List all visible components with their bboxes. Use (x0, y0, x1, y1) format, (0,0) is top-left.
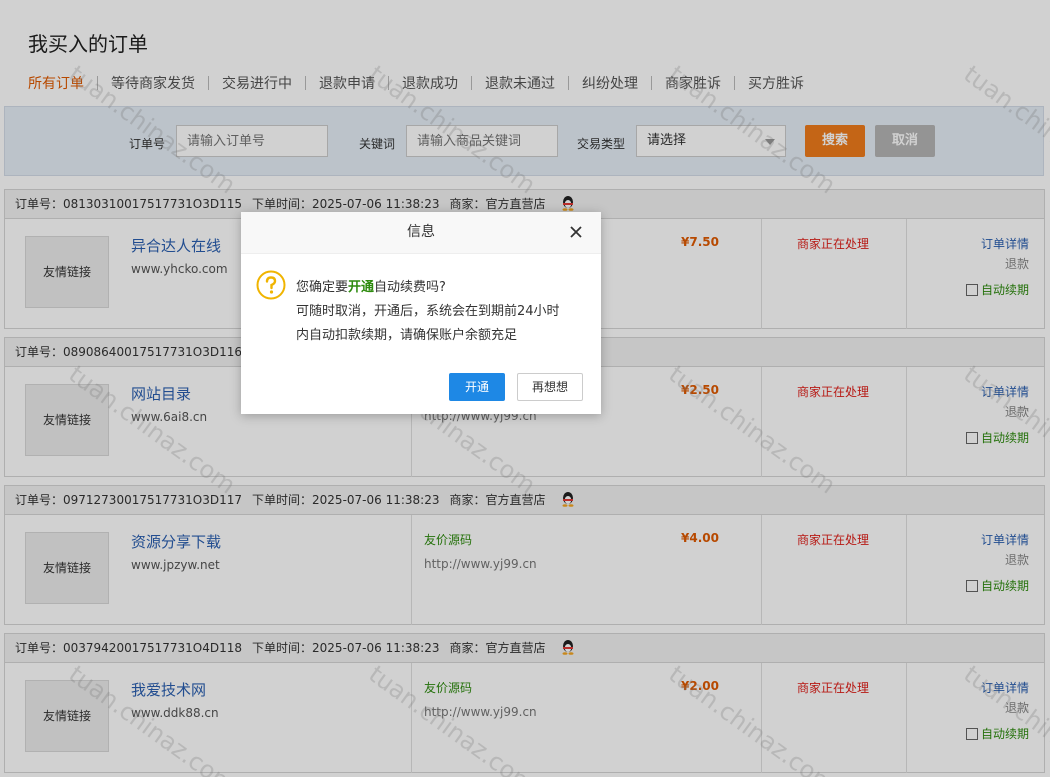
auto-renew-dialog: 信息 您确定要开通自动续费吗? 可随时取消，开通后，系统会在到期前24小时 内自… (241, 212, 601, 414)
dialog-line-2: 可随时取消，开通后，系统会在到期前24小时 (296, 304, 560, 319)
confirm-enable-button[interactable]: 开通 (449, 373, 505, 401)
dialog-line-1: 您确定要开通自动续费吗? (296, 276, 588, 300)
dialog-text: 自动续费吗? (374, 280, 446, 295)
dialog-highlight: 开通 (348, 280, 375, 295)
dialog-header: 信息 (241, 212, 601, 254)
dialog-text: 您确定要 (296, 280, 349, 295)
question-icon (256, 270, 286, 300)
dialog-title: 信息 (407, 224, 435, 240)
close-icon[interactable] (568, 224, 584, 240)
orders-page: 我买入的订单 所有订单 等待商家发货 交易进行中 退款申请 退款成功 退款未通过… (0, 0, 1050, 777)
dialog-line-3: 内自动扣款续期，请确保账户余额充足 (296, 328, 518, 343)
reconsider-button[interactable]: 再想想 (517, 373, 583, 401)
dialog-message: 您确定要开通自动续费吗? 可随时取消，开通后，系统会在到期前24小时 内自动扣款… (296, 276, 588, 348)
